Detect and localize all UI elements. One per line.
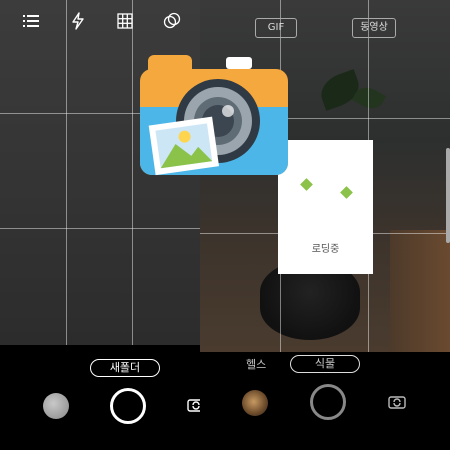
mode-health[interactable]: 헬스 <box>246 356 266 372</box>
grid-line <box>66 0 67 345</box>
video-button[interactable]: 동영상 <box>352 18 396 38</box>
camera-app-logo-icon <box>138 47 290 177</box>
gallery-thumbnail[interactable] <box>43 393 69 419</box>
loading-dot <box>300 178 313 191</box>
floor-background <box>390 230 450 352</box>
grid-line <box>0 228 200 229</box>
gif-button[interactable]: GIF <box>255 18 297 38</box>
shutter-button[interactable] <box>310 384 346 420</box>
loading-dialog: 로딩중 <box>278 140 373 274</box>
shutter-button[interactable] <box>110 388 146 424</box>
switch-camera-icon[interactable] <box>187 396 200 416</box>
gallery-thumbnail[interactable] <box>242 390 268 416</box>
grid-line <box>132 0 133 345</box>
loading-text: 로딩중 <box>311 244 340 255</box>
loading-dot <box>340 186 353 199</box>
mode-plant-selected[interactable]: 식물 <box>290 355 360 373</box>
flash-icon[interactable] <box>69 12 87 32</box>
grid-icon[interactable] <box>116 12 134 32</box>
scroll-edge-handle[interactable] <box>446 148 450 243</box>
menu-icon[interactable] <box>22 12 40 32</box>
new-folder-button[interactable]: 새폴더 <box>90 359 160 377</box>
switch-camera-icon[interactable] <box>388 393 406 413</box>
filter-icon[interactable] <box>163 12 181 32</box>
